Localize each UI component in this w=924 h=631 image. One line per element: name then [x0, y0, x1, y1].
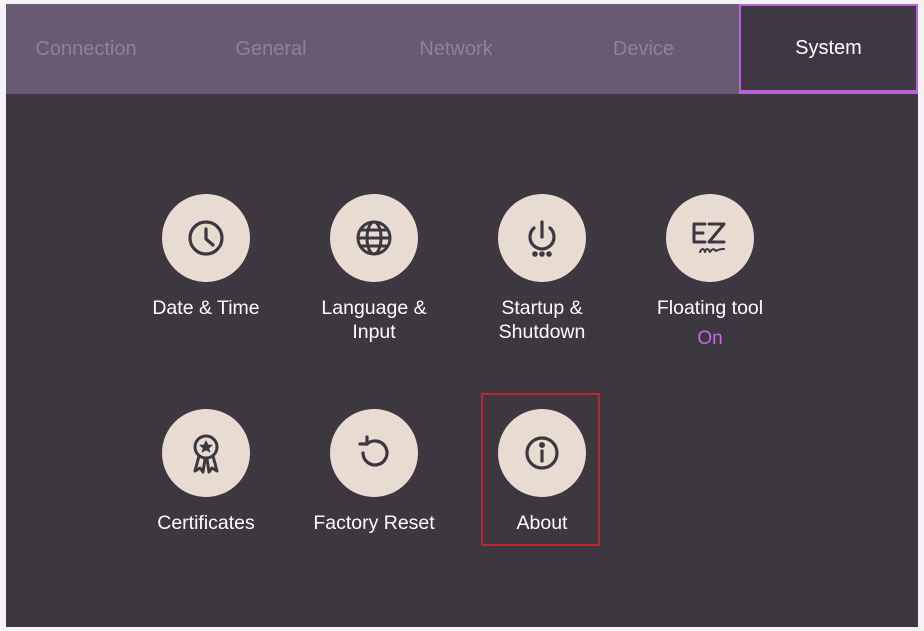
- tile-factory-reset[interactable]: Factory Reset: [299, 409, 449, 579]
- tab-general[interactable]: General: [186, 4, 356, 94]
- tile-certificates[interactable]: Certificates: [131, 409, 281, 579]
- startup-shutdown-label: Startup & Shutdown: [467, 296, 617, 344]
- tile-startup-shutdown[interactable]: Startup & Shutdown: [467, 194, 617, 364]
- tab-bar: Connection General Network Device System: [6, 4, 918, 94]
- award-ribbon-icon: [193, 434, 219, 474]
- floating-tool-icon-circle: [666, 194, 754, 282]
- certificates-label: Certificates: [157, 512, 255, 534]
- tab-device[interactable]: Device: [556, 4, 731, 94]
- language-input-label: Language & Input: [299, 296, 449, 344]
- globe-icon: [356, 220, 392, 256]
- language-input-icon-circle: [330, 194, 418, 282]
- certificates-icon-circle: [162, 409, 250, 497]
- tile-date-time[interactable]: Date & Time: [131, 194, 281, 364]
- settings-screen: Connection General Network Device System…: [6, 4, 918, 627]
- tile-language-input[interactable]: Language & Input: [299, 194, 449, 364]
- power-icon: [528, 220, 556, 257]
- about-highlight-box: [481, 393, 600, 546]
- language-input-text: Language & Input: [321, 297, 427, 343]
- factory-reset-icon-circle: [330, 409, 418, 497]
- floating-tool-label: Floating tool: [656, 297, 764, 319]
- startup-shutdown-text: Startup & Shutdown: [498, 297, 586, 343]
- clock-icon: [188, 220, 224, 256]
- ez-icon: [692, 222, 726, 253]
- factory-reset-label: Factory Reset: [313, 512, 435, 534]
- tab-system[interactable]: System: [739, 4, 918, 94]
- tab-network[interactable]: Network: [371, 4, 541, 94]
- reset-icon: [358, 435, 389, 467]
- floating-tool-status: On: [697, 328, 723, 349]
- tile-floating-tool[interactable]: Floating tool On: [635, 194, 785, 364]
- date-time-label: Date & Time: [152, 297, 260, 319]
- tab-connection[interactable]: Connection: [6, 4, 166, 94]
- date-time-icon-circle: [162, 194, 250, 282]
- startup-shutdown-icon-circle: [498, 194, 586, 282]
